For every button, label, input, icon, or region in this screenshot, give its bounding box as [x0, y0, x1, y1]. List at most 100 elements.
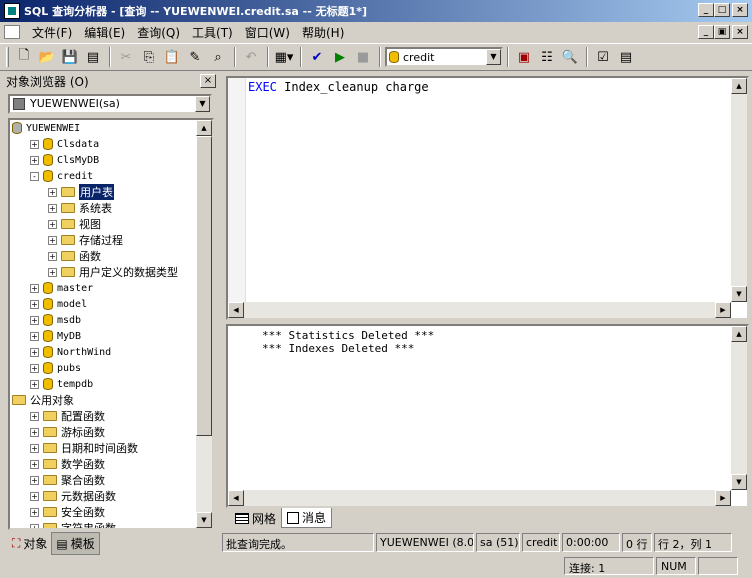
scroll-down-icon[interactable]: ▼ — [731, 286, 747, 302]
tree-node[interactable]: + tempdb — [10, 376, 200, 392]
expand-icon[interactable]: + — [30, 283, 39, 293]
results-vscrollbar[interactable]: ▲ ▼ — [731, 326, 747, 490]
tree-node[interactable]: + msdb — [10, 312, 200, 328]
database-select[interactable]: credit ▼ — [385, 47, 503, 67]
minimize-button[interactable]: _ — [698, 3, 714, 17]
expand-icon[interactable]: + — [30, 507, 39, 517]
scroll-up-icon[interactable]: ▲ — [731, 326, 747, 342]
child-restore-button[interactable]: ▣ — [714, 25, 730, 39]
tab-objects[interactable]: ⛶ 对象 — [8, 532, 51, 555]
expand-icon[interactable]: + — [48, 203, 57, 213]
tree-node[interactable]: + ClsMyDB — [10, 152, 200, 168]
expand-icon[interactable]: + — [30, 155, 39, 165]
cut-icon[interactable]: ✂ — [115, 46, 137, 68]
close-button[interactable]: × — [732, 3, 748, 17]
tree-node[interactable]: + 函数 — [10, 248, 200, 264]
document-icon[interactable] — [4, 25, 20, 39]
tree-node[interactable]: + 游标函数 — [10, 424, 200, 440]
scroll-left-icon[interactable]: ◀ — [228, 302, 244, 318]
paste-icon[interactable]: 📋 — [161, 46, 183, 68]
tree-node[interactable]: + 系统表 — [10, 200, 200, 216]
expand-icon[interactable]: + — [30, 315, 39, 325]
query-text[interactable]: EXEC Index_cleanup charge — [248, 80, 429, 94]
app-icon[interactable] — [4, 3, 20, 19]
child-close-button[interactable]: × — [732, 25, 748, 39]
expand-icon[interactable]: + — [30, 459, 39, 469]
tree-node[interactable]: + MyDB — [10, 328, 200, 344]
expand-icon[interactable]: + — [30, 363, 39, 373]
toolbar-grip[interactable] — [6, 47, 9, 67]
expand-icon[interactable]: + — [30, 443, 39, 453]
template-icon[interactable]: ▤ — [615, 46, 637, 68]
menu-tools[interactable]: 工具(T) — [186, 24, 239, 41]
expand-icon[interactable]: + — [48, 219, 57, 229]
new-query-icon[interactable]: 🗋 — [13, 46, 35, 68]
expand-icon[interactable]: + — [48, 251, 57, 261]
tab-grid[interactable]: 网格 — [230, 508, 281, 528]
scroll-up-icon[interactable]: ▲ — [196, 120, 212, 136]
expand-icon[interactable]: + — [48, 267, 57, 277]
chevron-down-icon[interactable]: ▼ — [195, 96, 210, 112]
maximize-button[interactable]: □ — [714, 3, 730, 17]
object-tree[interactable]: YUEWENWEI + Clsdata + ClsMyDB - credit + 用户表 + 系统表… — [8, 118, 214, 530]
editor-vscrollbar[interactable]: ▲ ▼ — [731, 78, 747, 302]
tree-node[interactable]: + 安全函数 — [10, 504, 200, 520]
results-pane[interactable]: *** Statistics Deleted *** *** Indexes De… — [226, 324, 749, 508]
tree-node[interactable]: + 元数据函数 — [10, 488, 200, 504]
clear-icon[interactable]: ✎ — [184, 46, 206, 68]
scroll-up-icon[interactable]: ▲ — [731, 78, 747, 94]
tree-node[interactable]: + 聚合函数 — [10, 472, 200, 488]
chevron-down-icon[interactable]: ▼ — [486, 49, 501, 65]
copy-icon[interactable]: ⎘ — [138, 46, 160, 68]
tree-node[interactable]: - credit — [10, 168, 200, 184]
panel-splitter[interactable] — [218, 72, 224, 556]
expand-icon[interactable]: + — [48, 235, 57, 245]
tree-node[interactable]: YUEWENWEI — [10, 120, 200, 136]
results-mode-icon[interactable]: ▦▾ — [273, 46, 295, 68]
tree-node[interactable]: + 用户定义的数据类型 — [10, 264, 200, 280]
expand-icon[interactable]: + — [30, 299, 39, 309]
save-icon[interactable]: 💾 — [59, 46, 81, 68]
properties-icon[interactable]: ☑ — [592, 46, 614, 68]
menu-edit[interactable]: 编辑(E) — [78, 24, 131, 41]
expand-icon[interactable]: + — [30, 523, 39, 528]
tree-node[interactable]: + 存储过程 — [10, 232, 200, 248]
tree-node[interactable]: + pubs — [10, 360, 200, 376]
stop-icon[interactable]: ■ — [352, 46, 374, 68]
tree-node[interactable]: + 配置函数 — [10, 408, 200, 424]
scroll-down-icon[interactable]: ▼ — [731, 474, 747, 490]
child-minimize-button[interactable]: _ — [698, 25, 714, 39]
expand-icon[interactable]: + — [30, 331, 39, 341]
scroll-right-icon[interactable]: ▶ — [715, 490, 731, 506]
expand-icon[interactable]: + — [48, 187, 57, 197]
expand-icon[interactable]: + — [30, 491, 39, 501]
find-icon[interactable]: ⌕ — [207, 46, 229, 68]
load-script-icon[interactable]: ▤ — [82, 46, 104, 68]
menu-help[interactable]: 帮助(H) — [296, 24, 350, 41]
parse-icon[interactable]: ✔ — [306, 46, 328, 68]
collapse-icon[interactable]: - — [30, 171, 39, 181]
menu-file[interactable]: 文件(F) — [26, 24, 78, 41]
close-icon[interactable]: × — [200, 74, 216, 88]
tree-node[interactable]: 公用对象 — [10, 392, 200, 408]
expand-icon[interactable]: + — [30, 139, 39, 149]
server-select[interactable]: YUEWENWEI(sa) ▼ — [8, 94, 212, 114]
expand-icon[interactable]: + — [30, 427, 39, 437]
tree-node[interactable]: + 日期和时间函数 — [10, 440, 200, 456]
scroll-down-icon[interactable]: ▼ — [196, 512, 212, 528]
tree-scrollbar[interactable]: ▲ ▼ — [196, 120, 212, 528]
scroll-thumb[interactable] — [196, 136, 212, 436]
execution-plan-icon[interactable]: ☷ — [536, 46, 558, 68]
tree-node[interactable]: + NorthWind — [10, 344, 200, 360]
expand-icon[interactable]: + — [30, 379, 39, 389]
object-search-icon[interactable]: 🔍 — [559, 46, 581, 68]
menu-window[interactable]: 窗口(W) — [239, 24, 296, 41]
open-icon[interactable]: 📂 — [36, 46, 58, 68]
tab-messages[interactable]: 消息 — [281, 508, 333, 528]
tab-templates[interactable]: ▤ 模板 — [51, 532, 100, 555]
tree-node[interactable]: + 数学函数 — [10, 456, 200, 472]
execute-icon[interactable]: ▶ — [329, 46, 351, 68]
menu-query[interactable]: 查询(Q) — [131, 24, 186, 41]
editor-hscrollbar[interactable]: ◀ ▶ — [228, 302, 731, 318]
tree-node[interactable]: + Clsdata — [10, 136, 200, 152]
